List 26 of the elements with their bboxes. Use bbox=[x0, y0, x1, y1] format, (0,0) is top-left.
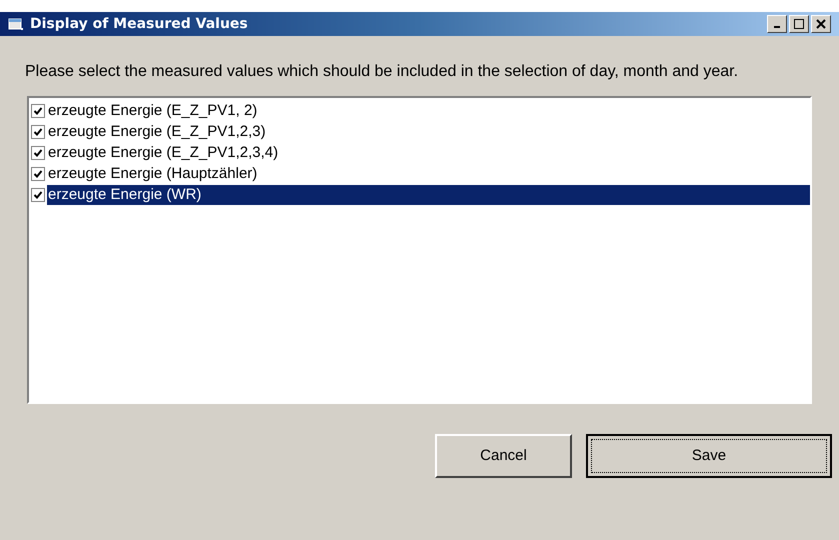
default-button[interactable]: Save bbox=[586, 434, 832, 478]
list-item[interactable]: erzeugte Energie (Hauptzähler) bbox=[47, 164, 810, 184]
list-item[interactable]: erzeugte Energie (E_Z_PV1, 2) bbox=[47, 100, 810, 120]
checkmark-icon bbox=[33, 148, 43, 158]
list-item[interactable]: erzeugte Energie (E_Z_PV1,2,3) bbox=[47, 122, 810, 142]
minimize-button[interactable] bbox=[767, 15, 787, 33]
instruction-text: Please select the measured values which should be included in the selection of day, month and year. bbox=[25, 62, 740, 82]
close-icon bbox=[816, 19, 826, 29]
list-item[interactable]: erzeugte Energie (E_Z_PV1,2,3,4) bbox=[47, 142, 810, 162]
window-title: Display of Measured Values bbox=[30, 14, 248, 34]
checkbox[interactable] bbox=[31, 146, 45, 160]
checkbox[interactable] bbox=[31, 124, 45, 138]
maximize-button[interactable] bbox=[789, 15, 809, 33]
checkmark-icon bbox=[33, 190, 43, 200]
minimize-icon bbox=[774, 26, 780, 28]
checkbox[interactable] bbox=[31, 104, 45, 118]
maximize-icon bbox=[794, 19, 804, 29]
dialog-button[interactable]: Cancel bbox=[435, 434, 572, 478]
list-item[interactable]: erzeugte Energie (WR) bbox=[47, 184, 810, 204]
checkmark-icon bbox=[33, 106, 43, 116]
checkbox[interactable] bbox=[31, 166, 45, 180]
checkbox[interactable] bbox=[31, 188, 45, 202]
checkmark-icon bbox=[33, 168, 43, 178]
checkmark-icon bbox=[33, 126, 43, 136]
window-icon bbox=[8, 17, 24, 31]
close-button[interactable] bbox=[811, 15, 831, 33]
